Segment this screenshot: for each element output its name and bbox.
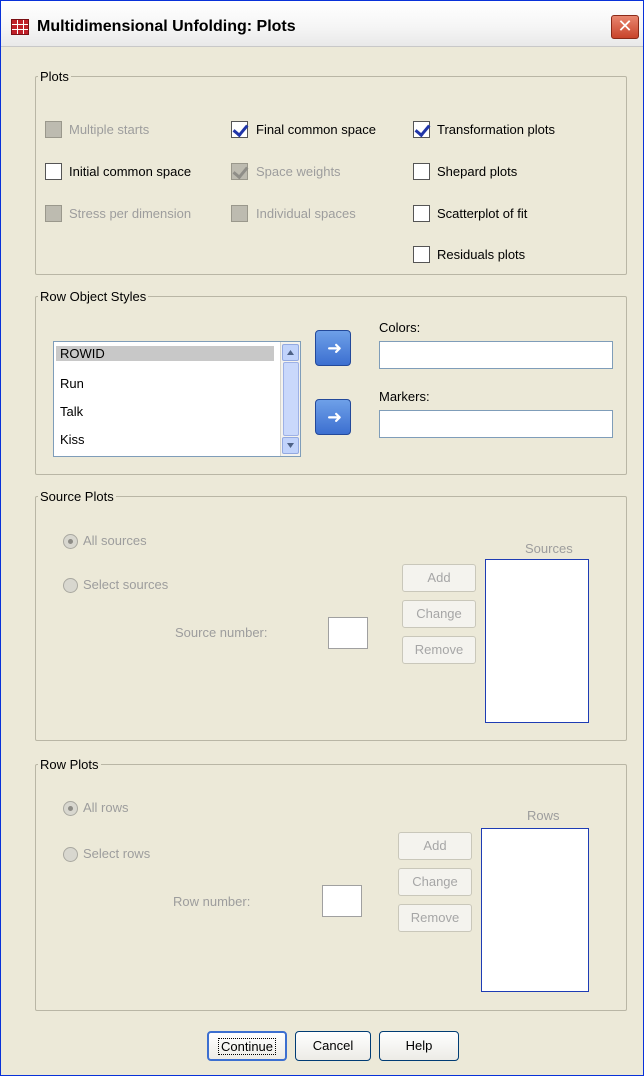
continue-label: Continue bbox=[217, 1038, 277, 1055]
spss-grid-icon bbox=[11, 19, 29, 35]
shepard-plots-label: Shepard plots bbox=[437, 164, 518, 179]
move-to-markers-button[interactable]: ➜ bbox=[315, 399, 351, 435]
final-common-space-checkbox[interactable] bbox=[231, 121, 248, 138]
initial-common-space-checkbox[interactable] bbox=[45, 163, 62, 180]
colors-label: Colors: bbox=[379, 320, 421, 335]
markers-label: Markers: bbox=[379, 389, 430, 404]
final-common-space-label: Final common space bbox=[256, 122, 376, 137]
rows-list-label: Rows bbox=[527, 808, 560, 823]
transformation-plots-label: Transformation plots bbox=[437, 122, 556, 137]
sources-list[interactable] bbox=[485, 559, 589, 723]
shepard-plots-checkbox[interactable] bbox=[413, 163, 430, 180]
title-bar: Multidimensional Unfolding: Plots ✕ bbox=[1, 1, 643, 47]
scatterplot-of-fit-checkbox[interactable] bbox=[413, 205, 430, 222]
row-object-styles-legend: Row Object Styles bbox=[40, 289, 147, 304]
add-source-button[interactable]: Add bbox=[402, 564, 476, 592]
all-sources-radio[interactable] bbox=[63, 534, 78, 549]
source-plots-legend: Source Plots bbox=[40, 489, 114, 504]
remove-row-button[interactable]: Remove bbox=[398, 904, 472, 932]
rows-list[interactable] bbox=[481, 828, 589, 992]
markers-field[interactable] bbox=[379, 410, 613, 438]
sources-list-label: Sources bbox=[525, 541, 573, 556]
close-icon[interactable]: ✕ bbox=[611, 15, 639, 39]
multiple-starts-checkbox[interactable] bbox=[45, 121, 62, 138]
dialog-window: Multidimensional Unfolding: Plots ✕ Plot… bbox=[0, 0, 644, 1076]
remove-source-button[interactable]: Remove bbox=[402, 636, 476, 664]
scroll-thumb[interactable] bbox=[283, 362, 299, 436]
select-rows-label: Select rows bbox=[83, 846, 151, 861]
multiple-starts-label: Multiple starts bbox=[69, 122, 150, 137]
stress-per-dimension-label: Stress per dimension bbox=[69, 206, 192, 221]
arrow-right-icon: ➜ bbox=[327, 407, 343, 427]
all-rows-radio[interactable] bbox=[63, 801, 78, 816]
row-plots-legend: Row Plots bbox=[40, 757, 99, 772]
individual-spaces-label: Individual spaces bbox=[256, 206, 356, 221]
source-number-label: Source number: bbox=[175, 625, 268, 640]
select-rows-radio[interactable] bbox=[63, 847, 78, 862]
select-sources-label: Select sources bbox=[83, 577, 169, 592]
individual-spaces-checkbox[interactable] bbox=[231, 205, 248, 222]
space-weights-label: Space weights bbox=[256, 164, 341, 179]
stress-per-dimension-checkbox[interactable] bbox=[45, 205, 62, 222]
all-sources-label: All sources bbox=[83, 533, 147, 548]
residuals-plots-label: Residuals plots bbox=[437, 247, 526, 262]
arrow-right-icon: ➜ bbox=[327, 338, 343, 358]
list-scrollbar[interactable] bbox=[280, 342, 300, 456]
scroll-up-icon[interactable] bbox=[282, 344, 299, 361]
list-item[interactable]: Kiss bbox=[60, 432, 85, 447]
row-number-label: Row number: bbox=[173, 894, 251, 909]
colors-field[interactable] bbox=[379, 341, 613, 369]
transformation-plots-checkbox[interactable] bbox=[413, 121, 430, 138]
scatterplot-of-fit-label: Scatterplot of fit bbox=[437, 206, 528, 221]
select-sources-radio[interactable] bbox=[63, 578, 78, 593]
residuals-plots-checkbox[interactable] bbox=[413, 246, 430, 263]
window-title: Multidimensional Unfolding: Plots bbox=[37, 18, 296, 35]
cancel-button[interactable]: Cancel bbox=[295, 1031, 371, 1061]
initial-common-space-label: Initial common space bbox=[69, 164, 192, 179]
list-item[interactable]: ROWID bbox=[56, 346, 274, 361]
plots-legend: Plots bbox=[40, 69, 69, 84]
move-to-colors-button[interactable]: ➜ bbox=[315, 330, 351, 366]
row-number-field[interactable] bbox=[322, 885, 362, 917]
change-source-button[interactable]: Change bbox=[402, 600, 476, 628]
scroll-down-icon[interactable] bbox=[282, 437, 299, 454]
change-row-button[interactable]: Change bbox=[398, 868, 472, 896]
all-rows-label: All rows bbox=[83, 800, 129, 815]
help-button[interactable]: Help bbox=[379, 1031, 459, 1061]
space-weights-checkbox[interactable] bbox=[231, 163, 248, 180]
add-row-button[interactable]: Add bbox=[398, 832, 472, 860]
continue-button[interactable]: Continue bbox=[207, 1031, 287, 1061]
row-variables-list[interactable]: ROWID Run Talk Kiss bbox=[53, 341, 301, 457]
list-item[interactable]: Talk bbox=[60, 404, 83, 419]
list-item[interactable]: Run bbox=[60, 376, 84, 391]
source-number-field[interactable] bbox=[328, 617, 368, 649]
